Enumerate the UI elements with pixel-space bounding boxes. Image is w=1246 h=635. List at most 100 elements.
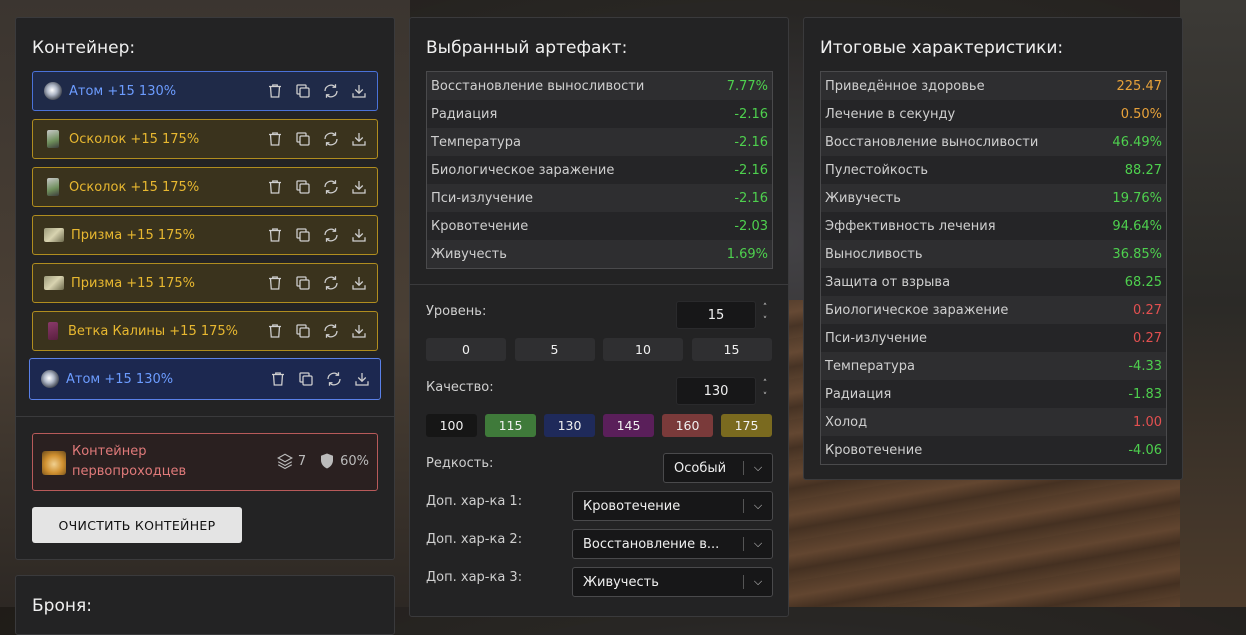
chevron-down-icon[interactable]: ˅ — [760, 391, 770, 404]
quality-label: Качество: — [426, 380, 494, 395]
quality-preset-button[interactable]: 160 — [662, 414, 713, 437]
chevron-down-icon[interactable]: ⌵ — [744, 499, 772, 513]
refresh-icon[interactable] — [322, 226, 340, 244]
chevron-down-icon[interactable]: ⌵ — [744, 461, 772, 475]
stat-name: Пси-излучение — [825, 330, 928, 346]
refresh-icon[interactable] — [325, 370, 343, 388]
copy-icon[interactable] — [294, 130, 312, 148]
clear-container-button[interactable]: ОЧИСТИТЬ КОНТЕЙНЕР — [32, 507, 242, 543]
container-slots: 7 — [297, 453, 307, 469]
stat-row: Пси-излучение 0.27 — [821, 324, 1166, 352]
extra2-value: Восстановление в... — [583, 536, 720, 552]
trash-icon[interactable] — [266, 82, 284, 100]
stat-row: Живучесть 1.69% — [427, 240, 772, 268]
trash-icon[interactable] — [266, 178, 284, 196]
extra1-label: Доп. хар-ка 1: — [426, 494, 523, 509]
refresh-icon[interactable] — [322, 322, 340, 340]
refresh-icon[interactable] — [322, 82, 340, 100]
extra2-select[interactable]: Восстановление в... ⌵ — [572, 529, 773, 559]
container-item[interactable]: Осколок +15 175% — [32, 167, 378, 207]
chevron-down-icon[interactable]: ⌵ — [744, 537, 772, 551]
copy-icon[interactable] — [294, 82, 312, 100]
container-item[interactable]: Атом +15 130% — [32, 71, 378, 111]
container-item[interactable]: Ветка Калины +15 175% — [32, 311, 378, 351]
stat-value: 1.69% — [726, 246, 768, 262]
download-icon[interactable] — [350, 226, 368, 244]
container-item[interactable]: Призма +15 175% — [32, 215, 378, 255]
level-preset-button[interactable]: 0 — [426, 338, 506, 361]
extra1-select[interactable]: Кровотечение ⌵ — [572, 491, 773, 521]
extra2-label: Доп. хар-ка 2: — [426, 532, 523, 547]
quality-preset-button[interactable]: 115 — [485, 414, 536, 437]
copy-icon[interactable] — [297, 370, 315, 388]
trash-icon[interactable] — [266, 226, 284, 244]
quality-input[interactable] — [676, 377, 756, 405]
chevron-down-icon[interactable]: ⌵ — [744, 575, 772, 589]
container-item-actions — [266, 82, 368, 100]
chevron-up-icon[interactable]: ˄ — [760, 378, 770, 391]
copy-icon[interactable] — [294, 274, 312, 292]
container-item[interactable]: Призма +15 175% — [32, 263, 378, 303]
level-preset-button[interactable]: 5 — [514, 338, 595, 361]
stat-row: Защита от взрыва 68.25 — [821, 268, 1166, 296]
trash-icon[interactable] — [266, 130, 284, 148]
container-title: Контейнер: — [32, 38, 136, 58]
level-input[interactable] — [676, 301, 756, 329]
stat-value: -2.16 — [734, 106, 768, 122]
trash-icon[interactable] — [266, 274, 284, 292]
stat-value: 88.27 — [1124, 162, 1162, 178]
divider — [16, 416, 394, 417]
stat-value: 68.25 — [1124, 274, 1162, 290]
extra3-select[interactable]: Живучесть ⌵ — [572, 567, 773, 597]
copy-icon[interactable] — [294, 178, 312, 196]
stat-value: -1.83 — [1128, 386, 1162, 402]
refresh-icon[interactable] — [322, 178, 340, 196]
stat-name: Пулестойкость — [825, 162, 929, 178]
quality-preset-button[interactable]: 130 — [544, 414, 595, 437]
trash-icon[interactable] — [266, 322, 284, 340]
stat-value: 1.00 — [1133, 414, 1162, 430]
level-preset-button[interactable]: 15 — [691, 338, 772, 361]
chevron-up-icon[interactable]: ˄ — [760, 302, 770, 315]
stat-name: Радиация — [825, 386, 892, 402]
stat-row: Биологическое заражение -2.16 — [427, 156, 772, 184]
container-card[interactable]: Контейнер первопроходцев 7 60% — [32, 433, 378, 491]
layers-icon — [276, 453, 293, 470]
atom-icon — [44, 82, 62, 100]
stat-row: Эффективность лечения 94.64% — [821, 212, 1166, 240]
copy-icon[interactable] — [294, 226, 312, 244]
container-item[interactable]: Атом +15 130% — [29, 358, 381, 400]
copy-icon[interactable] — [294, 322, 312, 340]
refresh-icon[interactable] — [322, 274, 340, 292]
summary-stats-table: Приведённое здоровье 225.47 Лечение в секу… — [820, 71, 1167, 465]
quality-spinner[interactable]: ˄ ˅ — [760, 378, 770, 404]
level-preset-button[interactable]: 10 — [603, 338, 683, 361]
stat-value: -4.33 — [1128, 358, 1162, 374]
stat-row: Радиация -1.83 — [821, 380, 1166, 408]
branch-icon — [48, 322, 58, 340]
download-icon[interactable] — [350, 274, 368, 292]
trash-icon[interactable] — [269, 370, 287, 388]
stat-name: Пси-излучение — [431, 190, 534, 206]
extra3-value: Живучесть — [583, 574, 659, 590]
stat-name: Радиация — [431, 106, 498, 122]
download-icon[interactable] — [350, 178, 368, 196]
stat-value: 0.27 — [1133, 302, 1162, 318]
chevron-down-icon[interactable]: ˅ — [760, 315, 770, 328]
download-icon[interactable] — [353, 370, 371, 388]
stat-name: Биологическое заражение — [431, 162, 615, 178]
quality-preset-button[interactable]: 145 — [603, 414, 654, 437]
download-icon[interactable] — [350, 322, 368, 340]
download-icon[interactable] — [350, 82, 368, 100]
rarity-select[interactable]: Особый ⌵ — [663, 453, 773, 483]
refresh-icon[interactable] — [322, 130, 340, 148]
rarity-value: Особый — [674, 460, 727, 476]
level-spinner[interactable]: ˄ ˅ — [760, 302, 770, 328]
quality-preset-button[interactable]: 175 — [721, 414, 772, 437]
container-item[interactable]: Осколок +15 175% — [32, 119, 378, 159]
quality-preset-button[interactable]: 100 — [426, 414, 477, 437]
container-item-label: Осколок +15 175% — [69, 131, 200, 147]
download-icon[interactable] — [350, 130, 368, 148]
stat-row: Выносливость 36.85% — [821, 240, 1166, 268]
stat-value: 36.85% — [1112, 246, 1162, 262]
